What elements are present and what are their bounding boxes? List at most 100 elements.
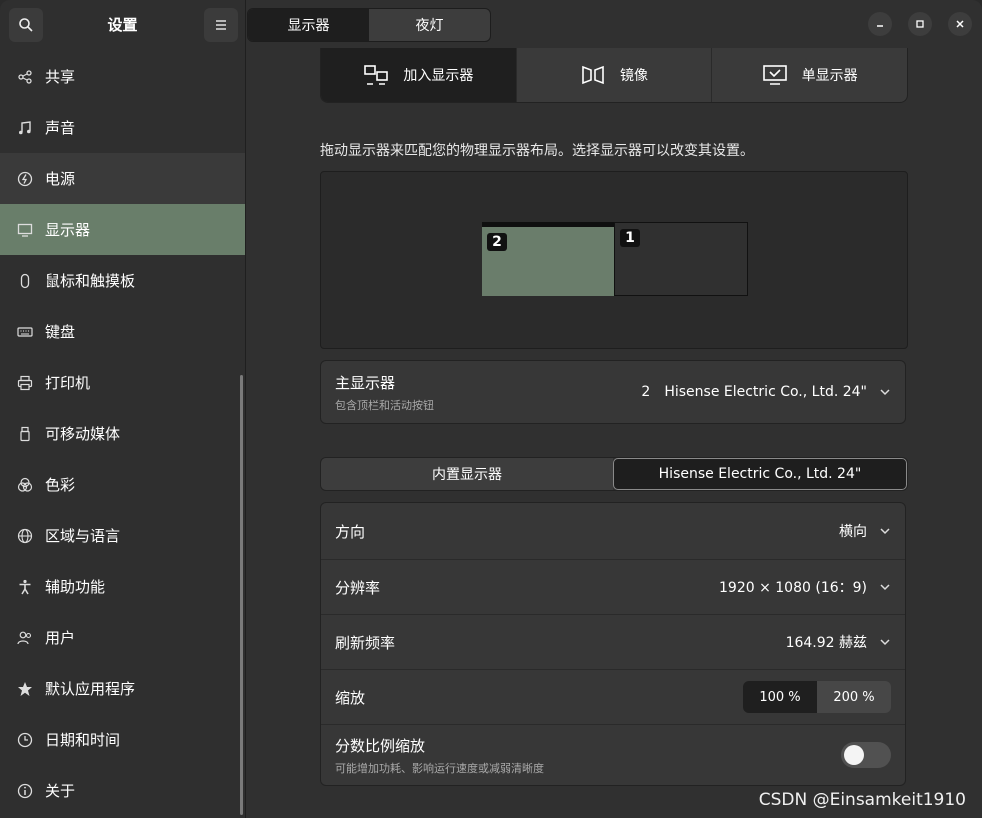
resolution-row[interactable]: 分辨率 1920 × 1080 (16：9) [321,559,905,614]
tab-hisense-display[interactable]: Hisense Electric Co., Ltd. 24" [613,458,907,490]
settings-window: 设置 共享 声音 电源 显示器 鼠标和触摸板 键盘 打印机 可移动媒体 色彩 区… [0,0,982,818]
sidebar-item-label: 打印机 [45,374,91,392]
primary-display-name: Hisense Electric Co., Ltd. 24" [664,384,867,400]
close-button[interactable] [948,12,972,36]
sidebar-item-label: 日期和时间 [45,731,121,749]
primary-display-number: 2 [641,384,651,400]
mode-label: 加入显示器 [403,68,474,84]
minimize-button[interactable] [868,12,892,36]
sidebar-item-keyboard[interactable]: 键盘 [0,306,245,357]
sidebar-item-sound[interactable]: 声音 [0,102,245,153]
sidebar-item-displays[interactable]: 显示器 [0,204,245,255]
primary-display-row[interactable]: 主显示器 包含顶栏和活动按钮 2 Hisense Electric Co., L… [321,361,905,423]
scale-row: 缩放 100 % 200 % [321,669,905,724]
scale-label: 缩放 [335,688,366,707]
primary-display-subtitle: 包含顶栏和活动按钮 [335,398,434,412]
mode-join-displays[interactable]: 加入显示器 [321,48,516,102]
primary-text: 主显示器 包含顶栏和活动按钮 [335,372,434,413]
sidebar-scrollbar[interactable] [240,375,243,815]
maximize-icon [916,20,924,28]
chevron-down-icon [879,527,891,535]
tab-builtin-display[interactable]: 内置显示器 [321,458,613,490]
minimize-icon [877,25,883,27]
menu-button[interactable] [204,8,238,42]
sidebar-item-label: 鼠标和触摸板 [45,272,136,290]
orientation-row[interactable]: 方向 横向 [321,503,905,559]
scale-selector: 100 % 200 % [743,681,891,713]
monitor-number: 1 [620,229,640,247]
monitor-1[interactable]: 1 [614,222,748,296]
mouse-icon [16,272,34,290]
single-display-icon [762,64,788,86]
primary-display-card: 主显示器 包含顶栏和活动按钮 2 Hisense Electric Co., L… [320,360,906,424]
sidebar-item-label: 声音 [45,119,76,137]
globe-icon [16,527,34,545]
resolution-label: 分辨率 [335,578,381,597]
sidebar-item-users[interactable]: 用户 [0,612,245,663]
primary-display-title: 主显示器 [335,373,396,392]
mode-single-display[interactable]: 单显示器 [711,48,907,102]
resolution-value: 1920 × 1080 (16：9) [719,580,867,596]
clock-icon [16,731,34,749]
refresh-rate-row[interactable]: 刷新频率 164.92 赫兹 [321,614,905,669]
scale-option-100[interactable]: 100 % [743,681,817,713]
sidebar-item-about[interactable]: 关于 [0,765,245,816]
primary-display-value: 2 Hisense Electric Co., Ltd. 24" [641,384,891,400]
resolution-value-wrap: 1920 × 1080 (16：9) [719,577,891,597]
music-note-icon [16,119,34,137]
sidebar-item-label: 键盘 [45,323,76,341]
sidebar: 设置 共享 声音 电源 显示器 鼠标和触摸板 键盘 打印机 可移动媒体 色彩 区… [0,0,246,818]
chevron-down-icon [879,388,891,396]
mode-mirror[interactable]: 镜像 [515,48,712,102]
sidebar-list: 共享 声音 电源 显示器 鼠标和触摸板 键盘 打印机 可移动媒体 色彩 区域与语… [0,51,245,816]
maximize-button[interactable] [908,12,932,36]
sidebar-item-share[interactable]: 共享 [0,51,245,102]
mode-label: 镜像 [620,68,648,84]
color-icon [16,476,34,494]
scale-options-wrap: 100 % 200 % [743,681,891,713]
refresh-rate-value: 164.92 赫兹 [785,635,867,651]
sidebar-item-label: 共享 [45,68,76,86]
sidebar-item-label: 电源 [45,170,76,188]
watermark: CSDN @Einsamkeit1910 [758,790,966,810]
sidebar-item-power[interactable]: 电源 [0,153,245,204]
close-icon [956,20,964,28]
keyboard-icon [16,323,34,341]
orientation-value: 横向 [839,524,867,540]
chevron-down-icon [879,583,891,591]
display-icon [16,221,34,239]
scale-option-200[interactable]: 200 % [817,681,891,713]
refresh-rate-value-wrap: 164.92 赫兹 [786,632,891,652]
sidebar-item-label: 可移动媒体 [45,425,121,443]
display-mode-tabs: 加入显示器 镜像 单显示器 [320,48,908,103]
sidebar-item-accessibility[interactable]: 辅助功能 [0,561,245,612]
display-settings-card: 方向 横向 分辨率 1920 × 1080 (16：9) 刷新频率 164.92… [320,502,906,786]
sidebar-item-label: 色彩 [45,476,76,494]
arrangement-description: 拖动显示器来匹配您的物理显示器布局。选择显示器可以改变其设置。 [320,143,754,159]
orientation-label: 方向 [335,522,366,541]
sidebar-item-region-language[interactable]: 区域与语言 [0,510,245,561]
sidebar-item-default-apps[interactable]: 默认应用程序 [0,663,245,714]
orientation-value-wrap: 横向 [839,521,891,541]
monitor-2[interactable]: 2 [482,222,614,296]
fractional-scaling-subtitle: 可能增加功耗、影响运行速度或减弱清晰度 [335,761,544,775]
sidebar-item-removable-media[interactable]: 可移动媒体 [0,408,245,459]
sidebar-item-mouse[interactable]: 鼠标和触摸板 [0,255,245,306]
fractional-scaling-label: 分数比例缩放 [335,736,426,755]
sidebar-item-printers[interactable]: 打印机 [0,357,245,408]
fractional-scaling-toggle[interactable] [841,742,891,768]
chevron-down-icon [879,638,891,646]
display-arrangement-area: 2 1 [320,171,908,349]
fractional-toggle-wrap [841,742,891,768]
sidebar-item-date-time[interactable]: 日期和时间 [0,714,245,765]
power-icon [16,170,34,188]
sidebar-item-color[interactable]: 色彩 [0,459,245,510]
sidebar-item-label: 用户 [45,629,76,647]
sidebar-item-label: 显示器 [45,221,91,239]
sidebar-item-label: 关于 [45,782,76,800]
tab-displays[interactable]: 显示器 [248,9,369,41]
printer-icon [16,374,34,392]
tab-night-light[interactable]: 夜灯 [369,9,490,41]
share-icon [16,68,34,86]
refresh-rate-label: 刷新频率 [335,633,396,652]
